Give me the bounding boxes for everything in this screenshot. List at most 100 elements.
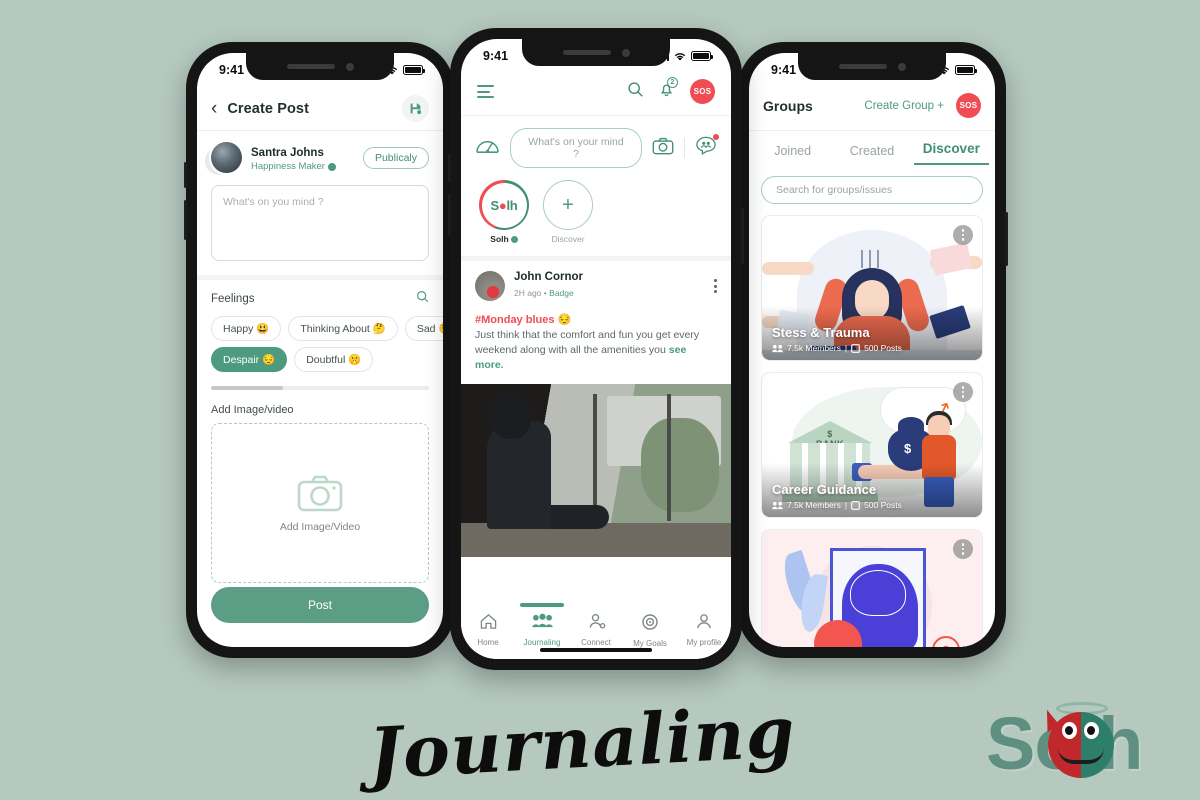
groups-tabs: Joined Created Discover [749,131,995,165]
post-hashtag[interactable]: #Monday blues 😔 [475,313,717,326]
tab-label: Connect [581,638,611,647]
story-discover[interactable]: + Discover [543,180,593,244]
post-author-name: John Cornor [514,271,583,283]
add-media-dropzone[interactable]: Add Image/Video [211,423,429,583]
dropzone-label: Add Image/Video [279,520,361,533]
back-chevron-icon[interactable]: ‹ [211,99,217,118]
tab-label: Home [477,638,499,647]
story-avatar: S ● lh [481,182,527,228]
phone3-power-button[interactable] [1005,212,1008,266]
mood-meter-button[interactable] [475,135,500,161]
feeling-chip-selected[interactable]: Despair 😔 [211,347,288,372]
save-icon [410,103,422,115]
group-meta-divider: | [844,500,848,510]
phone1-volume-up-button[interactable] [184,162,187,188]
photo-window-frame [667,393,671,521]
post-header: John Cornor 2H ago • Badge [461,261,731,311]
group-card[interactable]: Stess & Trauma 7.5k Members | 500 Posts [761,215,983,361]
people-icon [772,501,783,509]
group-card[interactable]: ↗ $BANK $ Career Guidance 7.5k Members | [761,372,983,518]
card-kebab-menu-icon[interactable] [953,225,973,245]
card-kebab-menu-icon[interactable] [953,382,973,402]
post-body: #Monday blues 😔 Just think that the comf… [461,311,731,384]
phone2-power-button[interactable] [741,208,744,264]
tab-label: Journaling [523,638,561,647]
feeling-chip[interactable]: Thinking About 🤔 [288,316,398,341]
tab-home[interactable]: Home [461,613,515,647]
feeling-chip-label: Despair [223,354,260,366]
composer-divider [684,138,685,158]
groups-search-input[interactable]: Search for groups/issues [761,176,983,204]
author-name: Santra Johns [251,147,324,159]
group-title: Stess & Trauma [772,325,870,340]
search-icon [628,81,643,97]
group-chat-button[interactable] [695,133,719,161]
audience-selector-button[interactable]: Publicaly [362,146,429,169]
composer-placeholder: What's on your mind ? [528,136,624,160]
tab-label: My profile [686,638,722,647]
avatar[interactable] [211,142,242,173]
page-title: Create Post [227,100,310,117]
feelings-chip-row-1: Happy 😃 Thinking About 🤔 Sad 😟 [197,316,443,347]
create-group-button[interactable]: Create Group + [864,100,944,112]
front-camera-icon [897,62,906,71]
tab-created[interactable]: Created [834,144,909,165]
header-search-button[interactable] [627,81,644,103]
author-meta: Santra Johns Happiness Maker [251,143,336,172]
tab-journaling[interactable]: Journaling [515,613,569,647]
story-label-wrap: Solh [479,234,529,244]
feelings-title: Feelings [211,293,255,305]
post-text-body: Just think that the comfort and fun you … [475,329,700,357]
phone1-app-header: ‹ Create Post [197,87,443,131]
phone2-volume-up-button[interactable] [448,154,451,182]
mascot-right-eye [1084,722,1099,739]
tab-discover[interactable]: Discover [913,141,989,165]
story-own[interactable]: S ● lh Solh [479,180,529,244]
camera-button[interactable] [652,137,674,160]
post-photo[interactable] [461,383,731,557]
feeling-chip[interactable]: Sad 😟 [404,316,443,341]
connect-person-icon [589,614,605,629]
tab-connect[interactable]: Connect [569,613,623,647]
phone1-screen: 9:41 ‹ Create Post Santra Johns Happines… [197,53,443,647]
tab-my-goals[interactable]: My Goals [623,613,677,648]
post-text: Just think that the comfort and fun you … [475,328,717,374]
group-card[interactable]: $ [761,529,983,647]
post-author-meta: John Cornor 2H ago • Badge [514,271,583,301]
notifications-button[interactable]: 2 [658,76,678,103]
post-text-placeholder: What's on you mind ? [223,196,324,208]
photo-tree-region [641,417,719,512]
phone3-screen: 9:41 Groups Create Group + SOS Joined Cr… [749,53,995,647]
page-headline: Journaling [366,689,798,795]
post-button[interactable]: Post [211,587,429,623]
sos-button[interactable]: SOS [956,93,981,118]
speaker-grill-icon [562,50,611,55]
feeling-chip[interactable]: Happy 😃 [211,316,282,341]
unread-indicator-dot [713,133,719,140]
hamburger-menu-icon[interactable] [477,85,494,98]
feeling-chip[interactable]: Doubtful 🤫 [294,347,374,372]
front-camera-icon [621,48,630,57]
tab-joined[interactable]: Joined [755,144,830,165]
phone2-volume-down-button[interactable] [448,194,451,236]
kebab-menu-icon[interactable] [714,279,717,293]
whats-on-your-mind-input[interactable]: What's on your mind ? [510,128,642,168]
feelings-search-button[interactable] [416,290,429,308]
sos-button[interactable]: SOS [690,79,715,104]
post-text-input[interactable]: What's on you mind ? [211,185,429,261]
search-placeholder: Search for groups/issues [776,184,893,196]
mascot-left-eye [1062,722,1077,739]
feelings-chip-row-2: Despair 😔 Doubtful 🤫 [197,347,443,378]
avatar[interactable] [475,271,505,301]
group-meta-divider: | [844,343,848,353]
story-ring: S ● lh [479,180,529,230]
feeling-chip-emoji: 😔 [262,354,276,366]
phone3-notch [798,53,946,80]
front-camera-icon [345,62,354,71]
post-author-row: ⇄ Santra Johns Happiness Maker Publicaly [197,131,443,179]
person-icon [697,614,711,629]
tab-my-profile[interactable]: My profile [677,613,731,647]
card-kebab-menu-icon[interactable] [953,539,973,559]
phone1-volume-down-button[interactable] [184,200,187,240]
save-draft-button[interactable] [402,95,429,122]
